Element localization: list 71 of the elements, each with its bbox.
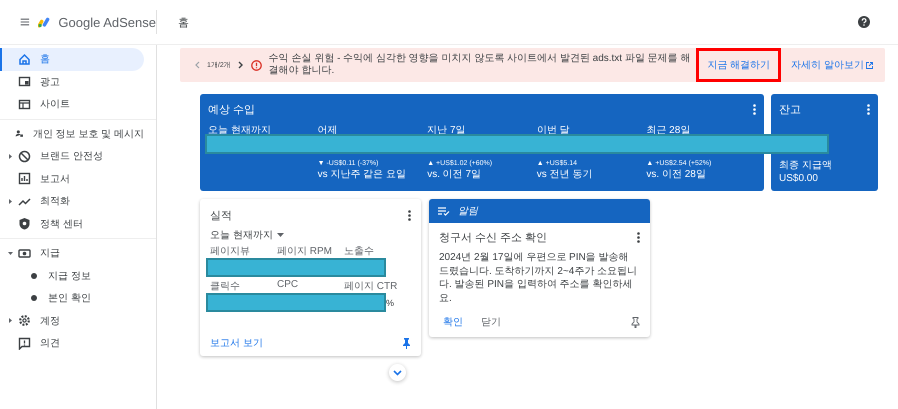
more-icon[interactable] bbox=[637, 232, 640, 243]
more-icon[interactable] bbox=[867, 104, 870, 115]
money-icon bbox=[18, 246, 31, 260]
sidebar-subitem[interactable]: 본인 확인 bbox=[0, 287, 144, 310]
sidebar-item[interactable]: 지급 bbox=[0, 242, 144, 264]
sidebar-subitem[interactable]: 지급 정보 bbox=[0, 264, 144, 287]
bullet-icon bbox=[31, 272, 37, 279]
more-icon[interactable] bbox=[408, 210, 411, 221]
error-icon bbox=[250, 60, 262, 70]
sidebar-item[interactable]: 보고서 bbox=[0, 168, 144, 190]
more-icon[interactable] bbox=[753, 104, 756, 115]
pin-icon[interactable] bbox=[631, 316, 640, 328]
help-icon[interactable] bbox=[858, 16, 870, 28]
sidebar-item[interactable]: 계정 bbox=[0, 310, 144, 332]
sidebar-item[interactable]: 홈 bbox=[0, 48, 144, 70]
metric-label: 최근 28일 bbox=[646, 124, 692, 137]
browser-icon bbox=[18, 98, 31, 111]
metric-label: 클릭수 bbox=[210, 280, 241, 293]
sidebar-item[interactable]: 의견 bbox=[0, 332, 144, 354]
range-dropdown[interactable]: 오늘 현재까지 bbox=[210, 228, 411, 242]
notice-text: 2024년 2월 17일에 우편으로 PIN을 발송해 드렸습니다. 도착하기까지 2~4주가 소요됩니다. 발송된 PIN을 입력하여 주소를 확인하세요. bbox=[439, 251, 638, 305]
feedback-icon bbox=[18, 336, 31, 350]
report-link[interactable]: 보고서 보기 bbox=[210, 336, 263, 350]
notice-header-text: 알림 bbox=[458, 205, 478, 218]
payment-amount: US$0.00 bbox=[779, 172, 819, 185]
comparison-label: vs. 이전 7일 bbox=[427, 168, 482, 182]
window-icon bbox=[18, 75, 31, 88]
shield-icon bbox=[18, 217, 31, 230]
metric-value: % bbox=[386, 298, 394, 308]
metric-label: 지난 7일 bbox=[427, 124, 467, 137]
alert-message: 수익 손실 위험 - 수익에 심각한 영향을 미치지 않도록 사이트에서 발견된 ads.txt 파일 문제를 해결해야 합니다. bbox=[268, 53, 692, 77]
chevron-down-icon bbox=[393, 370, 402, 376]
gear-icon bbox=[18, 314, 31, 328]
logo-text: Google AdSense bbox=[58, 14, 156, 30]
metric-label: 어제 bbox=[318, 124, 339, 137]
chevron-right-icon[interactable] bbox=[238, 61, 244, 69]
notice-action-button[interactable]: 확인 bbox=[439, 313, 467, 331]
metric-label: 노출수 bbox=[344, 245, 375, 258]
card-title: 예상 수입 bbox=[208, 103, 256, 117]
metric-label: 오늘 현재까지 bbox=[208, 124, 272, 137]
chart-icon bbox=[18, 172, 31, 186]
sidebar-item[interactable]: 개인 정보 보호 및 메시지 bbox=[0, 122, 144, 145]
card-title: 실적 bbox=[210, 209, 232, 223]
expand-button[interactable] bbox=[389, 364, 406, 381]
metric-label: CPC bbox=[277, 279, 300, 292]
metric-label: 페이지뷰 bbox=[210, 245, 251, 258]
sidebar-item[interactable]: 최적화 bbox=[0, 190, 144, 212]
metric-label: 페이지 CTR bbox=[344, 280, 398, 293]
payment-label: 최종 지급액 bbox=[779, 159, 833, 172]
sidebar-item[interactable]: 광고 bbox=[0, 70, 144, 93]
comparison-label: vs 전년 동기 bbox=[536, 168, 594, 182]
block-icon bbox=[18, 150, 31, 163]
page-title: 홈 bbox=[178, 16, 190, 30]
caret-icon bbox=[276, 233, 284, 237]
notice-title: 청구서 수신 주소 확인 bbox=[439, 231, 548, 245]
card-title: 잔고 bbox=[779, 103, 801, 117]
metric-label: 이번 달 bbox=[536, 124, 571, 137]
sidebar-item[interactable]: 사이트 bbox=[0, 93, 144, 116]
comparison-label: vs 지난주 같은 요일 bbox=[318, 168, 407, 182]
metric-label: 페이지 RPM bbox=[277, 245, 333, 258]
notice-action-button[interactable]: 닫기 bbox=[477, 313, 505, 331]
alert-link[interactable]: 지금 해결하기 bbox=[699, 51, 778, 79]
comparison-label: vs. 이전 28일 bbox=[646, 168, 707, 182]
pin-icon[interactable] bbox=[402, 338, 411, 348]
home-icon bbox=[18, 52, 31, 66]
bullet-icon bbox=[31, 295, 37, 302]
sidebar-item[interactable]: 브랜드 안전성 bbox=[0, 145, 144, 168]
logo-icon bbox=[38, 15, 50, 29]
alert-link[interactable]: 자세히 알아보기 bbox=[785, 55, 879, 75]
list-check-icon bbox=[438, 206, 450, 216]
sidebar-item[interactable]: 정책 센터 bbox=[0, 212, 144, 235]
